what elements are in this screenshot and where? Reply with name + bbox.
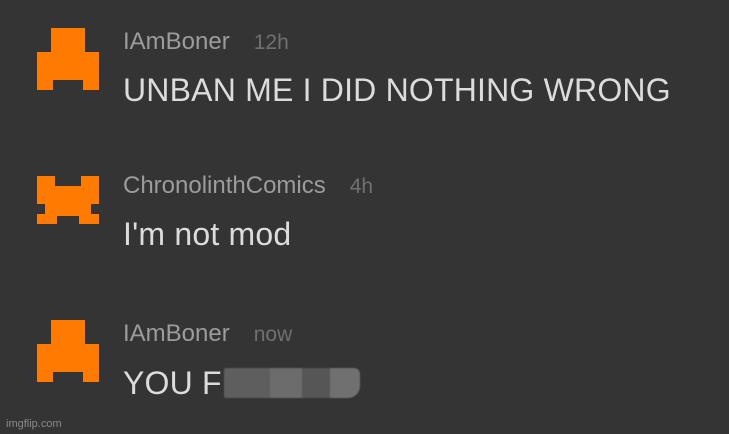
watermark: imgflip.com xyxy=(6,418,62,430)
username[interactable]: IAmBoner xyxy=(123,320,230,348)
username[interactable]: IAmBoner xyxy=(123,28,230,56)
comment-text: YOU F xyxy=(123,364,360,402)
username[interactable]: ChronolinthComics xyxy=(123,172,326,200)
comment-text: I'm not mod xyxy=(123,216,292,252)
timestamp: 4h xyxy=(349,175,374,198)
comment-meta: IAmBoner now xyxy=(123,320,292,354)
avatar[interactable] xyxy=(37,320,99,382)
orange-block-figure-icon xyxy=(37,28,99,90)
timestamp: now xyxy=(253,323,293,346)
timestamp: 12h xyxy=(253,31,289,54)
orange-block-figure-icon xyxy=(37,320,99,382)
avatar[interactable] xyxy=(37,172,99,234)
censor-blur xyxy=(223,368,360,398)
orange-block-creature-icon xyxy=(37,176,99,224)
comment-text-visible: YOU F xyxy=(123,365,222,401)
comment-item: IAmBoner now YOU F xyxy=(0,320,729,430)
comment-text: UNBAN ME I DID NOTHING WRONG xyxy=(123,72,671,108)
comment-meta: ChronolinthComics 4h xyxy=(123,172,373,206)
comment-item: ChronolinthComics 4h I'm not mod xyxy=(0,172,729,282)
comment-item: IAmBoner 12h UNBAN ME I DID NOTHING WRON… xyxy=(0,28,729,138)
comment-meta: IAmBoner 12h xyxy=(123,28,289,62)
avatar[interactable] xyxy=(37,28,99,90)
